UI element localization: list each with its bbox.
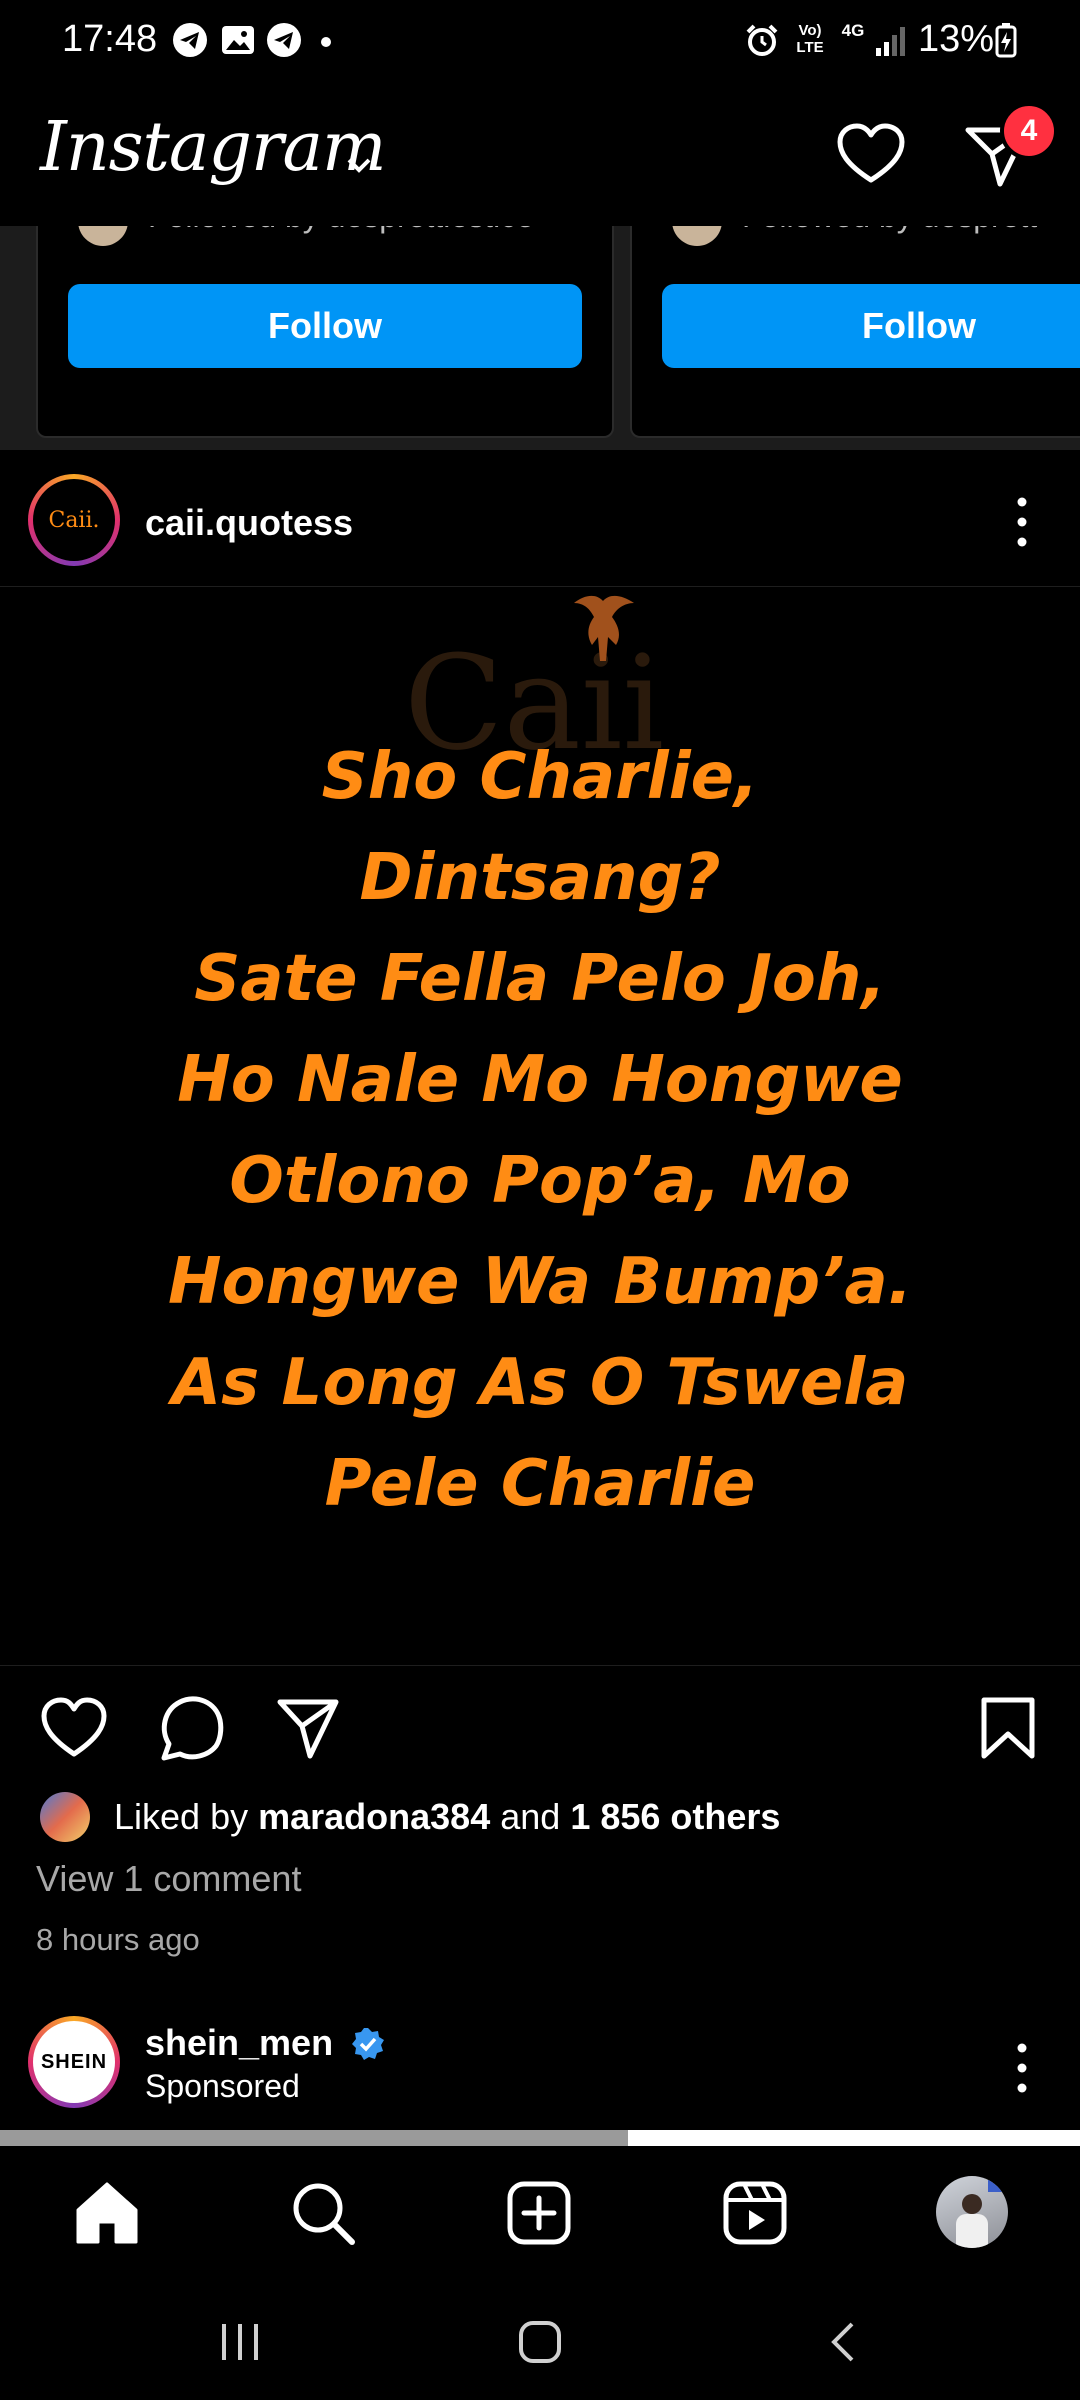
chevron-down-icon[interactable] bbox=[344, 150, 374, 180]
comment-icon[interactable] bbox=[158, 1694, 226, 1762]
message-badge: 4 bbox=[1000, 102, 1058, 160]
home-button-icon[interactable] bbox=[518, 2320, 562, 2364]
network-type-indicator: 4G bbox=[841, 21, 865, 40]
follow-button[interactable]: Follow bbox=[68, 284, 582, 368]
alarm-icon bbox=[746, 24, 778, 56]
telegram-notification-icon bbox=[173, 23, 207, 57]
status-time: 17:48 bbox=[62, 18, 158, 60]
followed-by-text: Followed by desprett bbox=[742, 226, 1037, 235]
quote-line: Ho Nale Mo Hongwe bbox=[177, 1043, 903, 1117]
suggestion-card: Followed by desprett Follow bbox=[630, 226, 1080, 438]
bottom-navigation bbox=[0, 2146, 1080, 2276]
signal-icon bbox=[876, 27, 905, 56]
create-post-icon[interactable] bbox=[506, 2180, 572, 2246]
media-preview-segment bbox=[0, 2130, 628, 2146]
more-options-icon[interactable] bbox=[1004, 2038, 1040, 2098]
avatar-logo-text: Caii. bbox=[48, 507, 100, 533]
avatar bbox=[40, 1792, 90, 1842]
suggestion-card: Followed by desprettiestice Follow bbox=[36, 226, 614, 438]
post-username[interactable]: caii.quotess bbox=[145, 502, 353, 544]
sponsored-post-header: SHEIN shein_men Sponsored bbox=[0, 2002, 1080, 2130]
eagle-watermark-icon bbox=[574, 595, 634, 661]
save-icon[interactable] bbox=[974, 1694, 1042, 1762]
app-header: Instagram 4 bbox=[0, 80, 1080, 226]
liked-by-user[interactable]: maradona384 bbox=[258, 1796, 490, 1837]
volte-indicator: Vo) LTE bbox=[796, 22, 824, 56]
likes-text: Liked by maradona384 and 1 856 others bbox=[114, 1796, 780, 1838]
notifications-heart-icon[interactable] bbox=[836, 120, 906, 190]
avatar bbox=[672, 226, 722, 246]
instagram-logo[interactable]: Instagram bbox=[40, 108, 386, 187]
search-icon[interactable] bbox=[290, 2180, 356, 2246]
post-image[interactable]: Caii Sho Charlie, Dintsang? Sate Fella P… bbox=[0, 586, 1080, 1666]
follow-button[interactable]: Follow bbox=[662, 284, 1080, 368]
telegram-notification-icon-2 bbox=[267, 23, 301, 57]
home-icon[interactable] bbox=[74, 2180, 140, 2246]
avatar-logo-text: SHEIN bbox=[40, 2050, 108, 2073]
avatar-figure-body bbox=[956, 2214, 988, 2248]
liked-by-prefix: Liked by bbox=[114, 1796, 249, 1837]
liked-by-others[interactable]: 1 856 others bbox=[570, 1796, 780, 1837]
system-navigation-bar bbox=[0, 2276, 1080, 2400]
suggested-accounts-carousel[interactable]: Followed by desprettiestice Follow Follo… bbox=[0, 226, 1080, 450]
recent-apps-icon[interactable] bbox=[218, 2322, 262, 2362]
quote-line: Hongwe Wa Bump’a. bbox=[167, 1245, 913, 1319]
more-options-icon[interactable] bbox=[1004, 492, 1040, 552]
quote-line: Sho Charlie, bbox=[321, 740, 759, 814]
like-icon[interactable] bbox=[40, 1694, 108, 1762]
sponsored-label: Sponsored bbox=[145, 2068, 300, 2104]
sponsored-post-media-preview[interactable] bbox=[0, 2130, 1080, 2146]
sponsored-username[interactable]: shein_men bbox=[145, 2022, 333, 2064]
avatar-figure-head bbox=[962, 2194, 982, 2214]
reels-icon[interactable] bbox=[722, 2180, 788, 2246]
liked-by-and: and bbox=[500, 1796, 561, 1837]
quote-line: As Long As O Tswela bbox=[171, 1346, 909, 1420]
quote-line: Dintsang? bbox=[359, 841, 721, 915]
avatar-flag bbox=[988, 2178, 1004, 2192]
post-timestamp: 8 hours ago bbox=[36, 1922, 200, 1957]
gallery-notification-icon bbox=[222, 26, 254, 54]
profile-avatar[interactable] bbox=[936, 2176, 1008, 2248]
quote-text: Sho Charlie, Dintsang? Sate Fella Pelo J… bbox=[60, 727, 1020, 1535]
more-notifications-dot-icon bbox=[321, 37, 331, 47]
post-header: Caii. caii.quotess bbox=[0, 454, 1080, 586]
verified-badge-icon bbox=[352, 2028, 384, 2060]
quote-line: Pele Charlie bbox=[324, 1447, 756, 1521]
back-icon[interactable] bbox=[826, 2320, 860, 2364]
view-comments-link[interactable]: View 1 comment bbox=[36, 1858, 301, 1900]
status-bar: 17:48 Vo) LTE 4G 13% bbox=[0, 0, 1080, 80]
avatar bbox=[78, 226, 128, 246]
followed-by-text: Followed by desprettiestice bbox=[148, 226, 534, 235]
battery-percent: 13% bbox=[918, 18, 995, 60]
avatar[interactable]: Caii. bbox=[28, 474, 120, 566]
quote-line: Otlono Pop’a, Mo bbox=[229, 1144, 851, 1218]
quote-line: Sate Fella Pelo Joh, bbox=[194, 942, 886, 1016]
battery-charging-icon bbox=[995, 23, 1017, 58]
share-icon[interactable] bbox=[274, 1694, 342, 1762]
avatar[interactable]: SHEIN bbox=[28, 2016, 120, 2108]
